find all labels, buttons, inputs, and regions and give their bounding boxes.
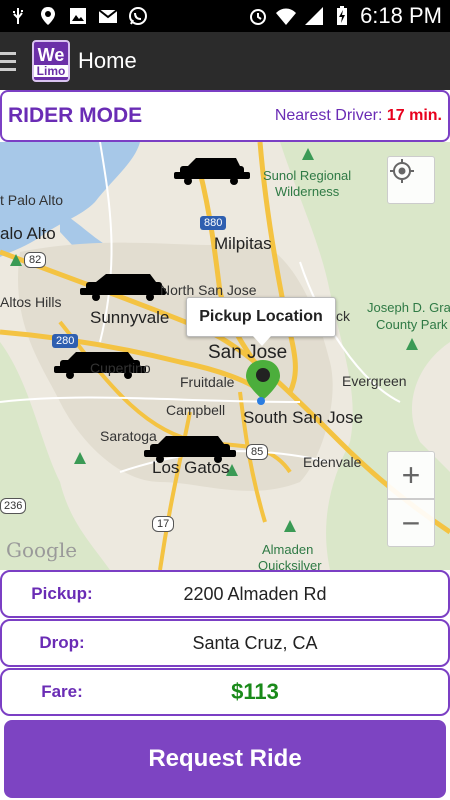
map-label-saratoga: Saratoga bbox=[100, 428, 157, 444]
map-label-evergreen: Evergreen bbox=[342, 373, 407, 389]
map-label-campbell: Campbell bbox=[166, 402, 226, 418]
status-bar: 6:18 PM bbox=[0, 0, 450, 32]
logo-text-top: We bbox=[37, 44, 65, 65]
image-icon bbox=[70, 8, 86, 24]
map-label-altos-hills: Altos Hills bbox=[0, 294, 62, 310]
map-label-san-jose: San Jose bbox=[208, 342, 288, 363]
pickup-location-callout[interactable]: Pickup Location bbox=[186, 297, 336, 346]
location-icon bbox=[41, 7, 55, 25]
park-marker-almaden bbox=[284, 520, 296, 532]
fare-row: Fare: $113 bbox=[0, 668, 450, 716]
map-label-cupertino: Cupertino bbox=[90, 360, 151, 376]
map-label-wilderness: Wilderness bbox=[275, 184, 340, 199]
app-logo[interactable]: We Limo bbox=[32, 40, 70, 82]
nearest-driver-label: Nearest Driver: bbox=[274, 107, 383, 124]
map-view[interactable]: Sunol Regional Wilderness t Palo Alto al… bbox=[0, 142, 450, 570]
shield-17: 17 bbox=[152, 516, 175, 532]
map-label-south-san-jose: South San Jose bbox=[243, 408, 364, 427]
shield-280: 280 bbox=[52, 334, 79, 348]
wifi-icon bbox=[276, 8, 297, 25]
gmail-icon bbox=[98, 9, 118, 23]
signal-icon bbox=[305, 7, 324, 25]
map-label-ck: ck bbox=[336, 308, 350, 324]
system-icons: 6:18 PM bbox=[248, 3, 450, 29]
limo-1[interactable] bbox=[174, 158, 250, 185]
notification-icons bbox=[0, 6, 148, 26]
nearest-driver-info: Nearest Driver: 17 min. bbox=[275, 107, 442, 125]
map-label-county-park: County Park bbox=[376, 317, 448, 332]
shield-880: 880 bbox=[200, 216, 227, 230]
crosshair-icon bbox=[390, 159, 414, 183]
whatsapp-icon bbox=[129, 7, 147, 25]
drop-row[interactable]: Drop: Santa Cruz, CA bbox=[0, 619, 450, 667]
rider-mode-label: RIDER MODE bbox=[8, 104, 143, 127]
park-marker-southwest bbox=[74, 452, 86, 464]
my-location-button[interactable] bbox=[387, 156, 435, 204]
pickup-value: 2200 Almaden Rd bbox=[183, 583, 327, 604]
clock: 6:18 PM bbox=[360, 3, 442, 28]
request-ride-button[interactable]: Request Ride bbox=[4, 720, 446, 798]
map-label-east-palo-alto: t Palo Alto bbox=[0, 192, 64, 208]
map-label-joseph-grant: Joseph D. Gra bbox=[367, 300, 450, 315]
fare-label: Fare: bbox=[41, 682, 83, 701]
battery-charging-icon bbox=[337, 6, 348, 25]
map-label-milpitas: Milpitas bbox=[214, 234, 272, 253]
map-label-sunnyvale: Sunnyvale bbox=[90, 308, 170, 327]
logo-text-bottom: Limo bbox=[33, 64, 69, 77]
drop-value: Santa Cruz, CA bbox=[192, 632, 318, 653]
zoom-in-button[interactable]: + bbox=[387, 451, 435, 499]
shield-82: 82 bbox=[24, 252, 47, 268]
nearest-driver-eta: 17 min. bbox=[386, 107, 442, 124]
fare-value: $113 bbox=[231, 679, 279, 704]
rider-mode-bar: RIDER MODE Nearest Driver: 17 min. bbox=[0, 90, 450, 142]
shield-236: 236 bbox=[0, 498, 27, 514]
shield-85: 85 bbox=[246, 444, 269, 460]
pickup-label: Pickup: bbox=[31, 584, 93, 603]
map-label-palo-alto: alo Alto bbox=[0, 224, 56, 243]
map-label-fruitdale: Fruitdale bbox=[180, 374, 235, 390]
alarm-icon bbox=[250, 9, 267, 25]
zoom-out-button[interactable]: − bbox=[387, 499, 435, 547]
map-label-sunol: Sunol Regional bbox=[263, 168, 352, 183]
usb-icon bbox=[13, 8, 23, 24]
page-title: Home bbox=[78, 48, 137, 73]
map-label-edenvale: Edenvale bbox=[303, 454, 362, 470]
map-label-quicksilver: Quicksilver bbox=[258, 558, 322, 570]
menu-icon[interactable] bbox=[0, 51, 22, 71]
action-bar: We Limo Home bbox=[0, 32, 450, 90]
drop-label: Drop: bbox=[39, 633, 85, 652]
map-label-north-san-jose: North San Jose bbox=[160, 282, 257, 298]
map-label-almaden: Almaden bbox=[262, 542, 314, 557]
pickup-row[interactable]: Pickup: 2200 Almaden Rd bbox=[0, 570, 450, 618]
map-label-los-gatos: Los Gatos bbox=[152, 458, 230, 477]
google-attribution: Google bbox=[6, 538, 78, 562]
